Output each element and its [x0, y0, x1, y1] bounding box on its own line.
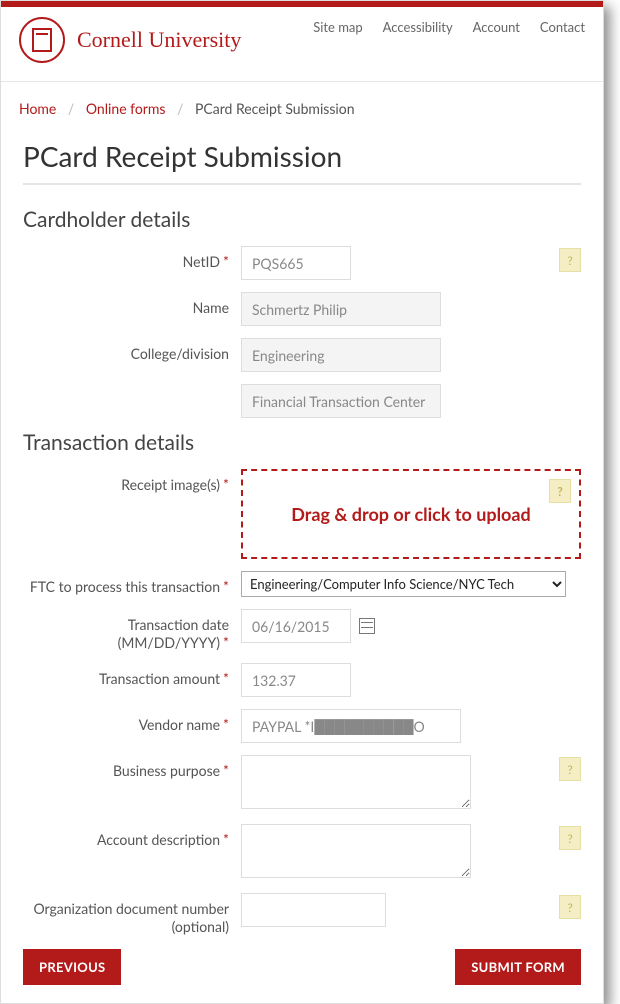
help-purpose[interactable]: ?: [559, 757, 581, 781]
division-value: Engineering: [241, 338, 441, 372]
top-nav: Site map Accessibility Account Contact: [313, 17, 585, 35]
label-orgdoc: Organization document number (optional): [23, 893, 241, 935]
brand: Cornell University: [19, 17, 241, 63]
label-division: College/division: [23, 338, 241, 363]
row-division: College/division Engineering Financial T…: [23, 338, 581, 418]
content: PCard Receipt Submission Cardholder deta…: [1, 127, 603, 1003]
receipt-dropzone[interactable]: Drag & drop or click to upload ?: [241, 469, 581, 559]
calendar-icon[interactable]: [359, 618, 375, 634]
label-name: Name: [23, 292, 241, 317]
netid-input[interactable]: [241, 246, 351, 280]
vendor-input[interactable]: [241, 709, 461, 743]
brand-name: Cornell University: [77, 27, 241, 53]
label-ftc: FTC to process this transaction*: [23, 571, 241, 596]
nav-sitemap[interactable]: Site map: [313, 19, 362, 35]
row-orgdoc: Organization document number (optional) …: [23, 893, 581, 935]
row-name: Name Schmertz Philip: [23, 292, 581, 326]
date-input[interactable]: [241, 609, 351, 643]
crumb-current: PCard Receipt Submission: [195, 100, 355, 117]
crumb-sep: /: [68, 100, 74, 117]
name-value: Schmertz Philip: [241, 292, 441, 326]
row-amount: Transaction amount*: [23, 663, 581, 697]
nav-account[interactable]: Account: [473, 19, 520, 35]
title-rule: [23, 183, 581, 185]
nav-contact[interactable]: Contact: [540, 19, 585, 35]
form-actions: PREVIOUS SUBMIT FORM: [23, 949, 581, 985]
submit-button[interactable]: SUBMIT FORM: [455, 949, 581, 985]
label-vendor: Vendor name*: [23, 709, 241, 734]
row-netid: NetID* ?: [23, 246, 581, 280]
ftc-select[interactable]: Engineering/Computer Info Science/NYC Te…: [241, 571, 566, 597]
label-purpose: Business purpose*: [23, 755, 241, 780]
label-date: Transaction date (MM/DD/YYYY)*: [23, 609, 241, 651]
row-vendor: Vendor name*: [23, 709, 581, 743]
ftc-value: Financial Transaction Center: [241, 384, 441, 418]
cornell-seal-icon: [19, 17, 65, 63]
previous-button[interactable]: PREVIOUS: [23, 949, 121, 985]
purpose-textarea[interactable]: [241, 755, 471, 809]
cardholder-heading: Cardholder details: [23, 207, 581, 232]
amount-input[interactable]: [241, 663, 351, 697]
help-orgdoc[interactable]: ?: [559, 895, 581, 919]
label-amount: Transaction amount*: [23, 663, 241, 688]
row-purpose: Business purpose* ?: [23, 755, 581, 812]
row-ftc: FTC to process this transaction* Enginee…: [23, 571, 581, 597]
label-account: Account description*: [23, 824, 241, 849]
transaction-heading: Transaction details: [23, 430, 581, 455]
help-account[interactable]: ?: [559, 826, 581, 850]
crumb-forms[interactable]: Online forms: [86, 100, 166, 117]
label-receipt: Receipt image(s)*: [23, 469, 241, 494]
breadcrumb: Home / Online forms / PCard Receipt Subm…: [1, 82, 603, 127]
label-netid: NetID*: [23, 246, 241, 271]
crumb-sep: /: [177, 100, 183, 117]
dropzone-text: Drag & drop or click to upload: [291, 503, 530, 525]
page-title: PCard Receipt Submission: [23, 139, 581, 173]
row-receipt: Receipt image(s)* Drag & drop or click t…: [23, 469, 581, 559]
page-header: Cornell University Site map Accessibilit…: [1, 7, 603, 82]
row-account: Account description* ?: [23, 824, 581, 881]
row-date: Transaction date (MM/DD/YYYY)*: [23, 609, 581, 651]
nav-accessibility[interactable]: Accessibility: [383, 19, 453, 35]
crumb-home[interactable]: Home: [19, 100, 56, 117]
help-receipt[interactable]: ?: [549, 479, 571, 503]
page-card: Cornell University Site map Accessibilit…: [0, 0, 604, 1004]
help-netid[interactable]: ?: [559, 248, 581, 272]
account-textarea[interactable]: [241, 824, 471, 878]
orgdoc-input[interactable]: [241, 893, 386, 927]
